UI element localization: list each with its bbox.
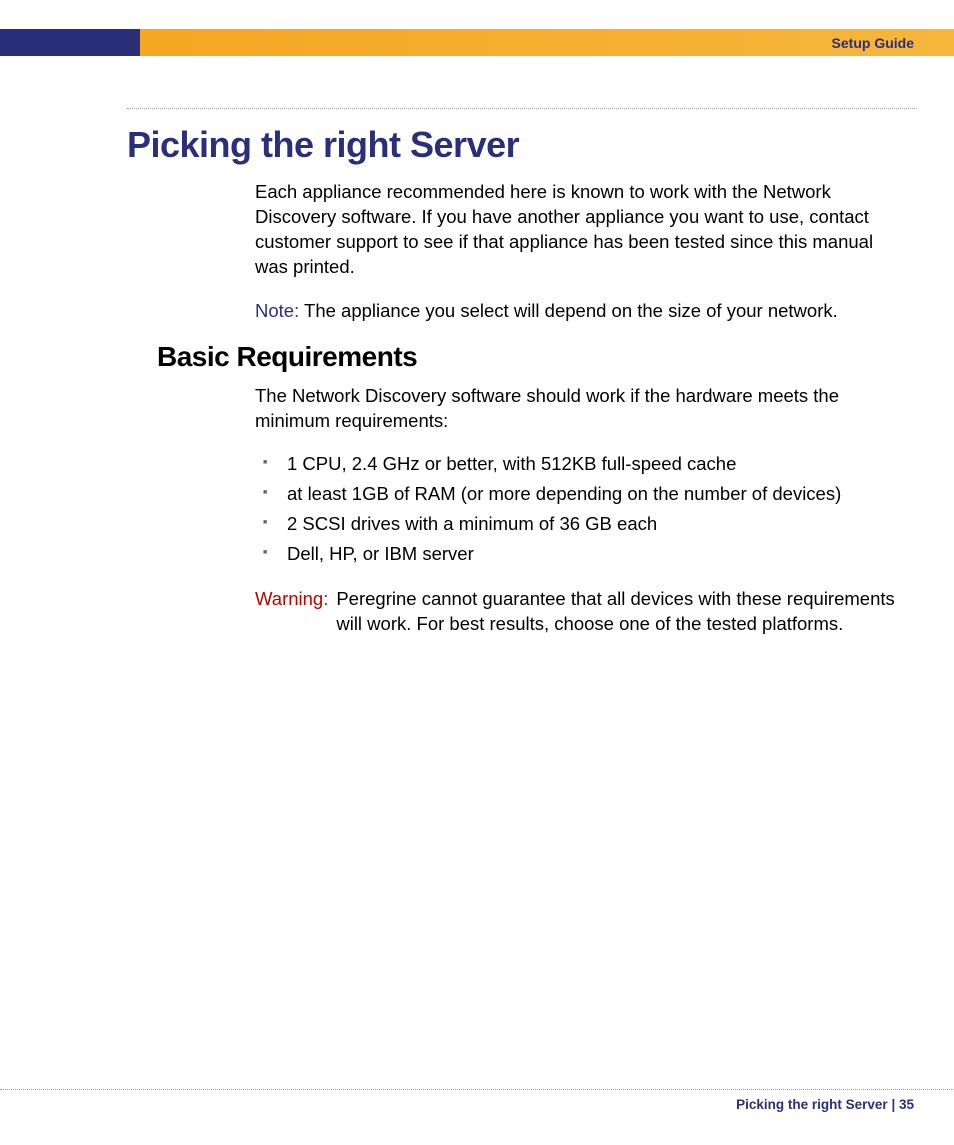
- warning-text: Peregrine cannot guarantee that all devi…: [336, 587, 895, 637]
- note-label: Note:: [255, 300, 299, 321]
- section-intro: The Network Discovery software should wo…: [255, 384, 885, 434]
- footer-divider: [0, 1089, 954, 1090]
- header-bar: Setup Guide: [0, 29, 954, 56]
- header-accent-block: [0, 29, 140, 56]
- warning-block: Warning: Peregrine cannot guarantee that…: [255, 587, 895, 637]
- list-item: 2 SCSI drives with a minimum of 36 GB ea…: [263, 512, 883, 537]
- footer-text: Picking the right Server | 35: [736, 1097, 914, 1112]
- header-title-block: Setup Guide: [140, 29, 954, 56]
- note-text: The appliance you select will depend on …: [304, 300, 838, 321]
- intro-paragraph: Each appliance recommended here is known…: [255, 180, 885, 280]
- requirements-list: 1 CPU, 2.4 GHz or better, with 512KB ful…: [263, 452, 883, 572]
- note-block: Note: The appliance you select will depe…: [255, 299, 885, 324]
- footer-separator: |: [888, 1097, 899, 1112]
- footer-page: 35: [899, 1097, 914, 1112]
- title-divider: [127, 108, 917, 109]
- list-item: 1 CPU, 2.4 GHz or better, with 512KB ful…: [263, 452, 883, 477]
- footer-section: Picking the right Server: [736, 1097, 888, 1112]
- section-heading: Basic Requirements: [157, 341, 417, 373]
- warning-label: Warning:: [255, 587, 336, 637]
- list-item: Dell, HP, or IBM server: [263, 542, 883, 567]
- page-title: Picking the right Server: [127, 124, 519, 166]
- list-item: at least 1GB of RAM (or more depending o…: [263, 482, 883, 507]
- header-guide-label: Setup Guide: [832, 35, 914, 51]
